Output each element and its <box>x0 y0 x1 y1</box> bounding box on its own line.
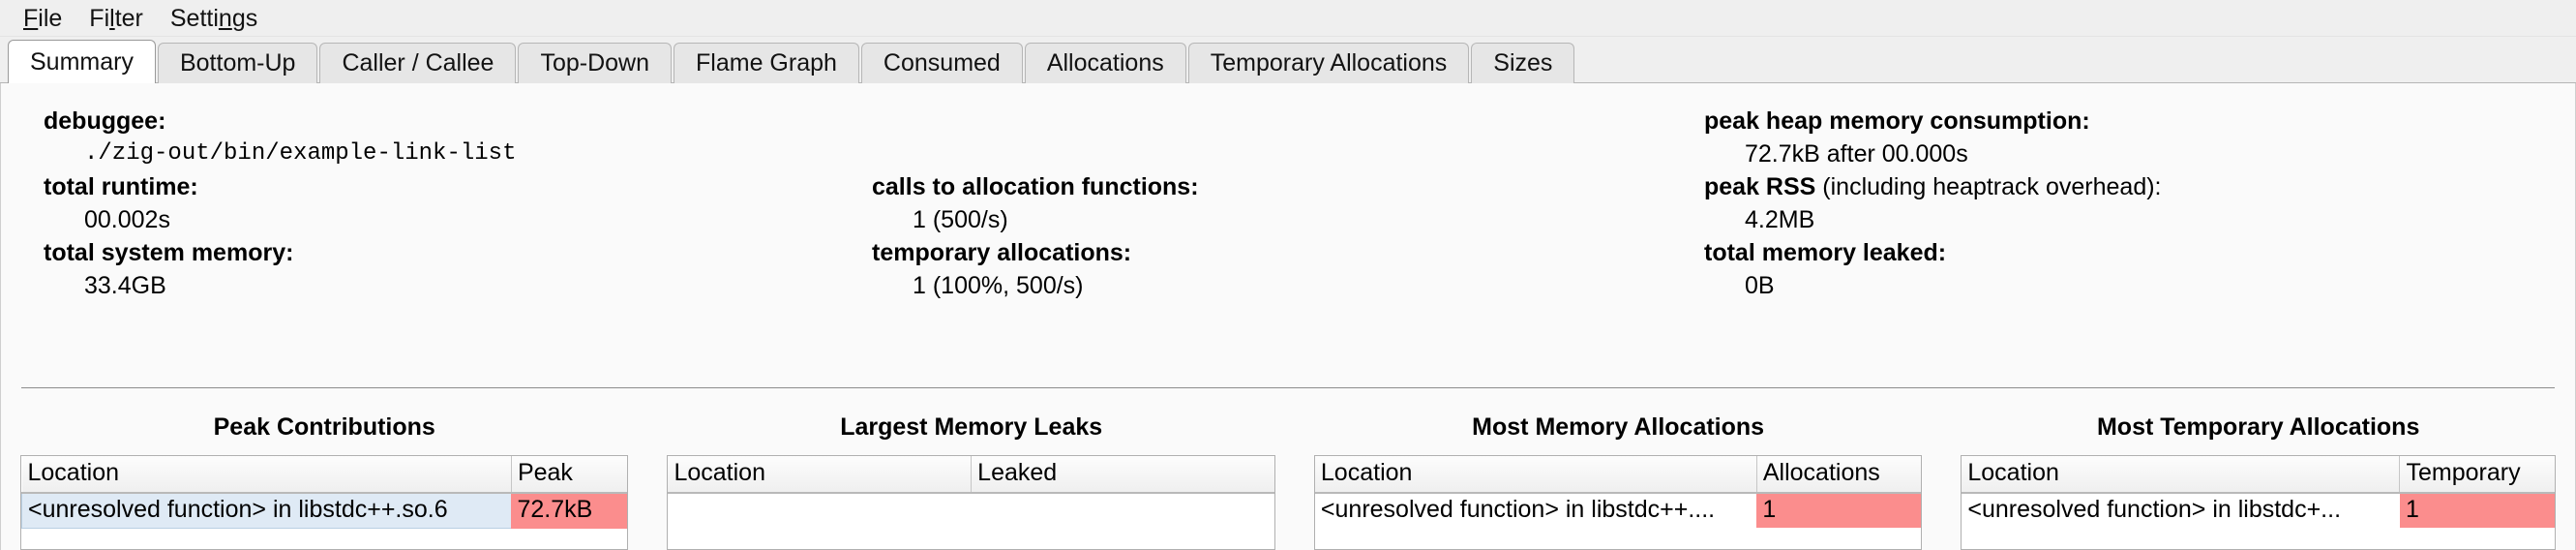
tab-temporary-allocations[interactable]: Temporary Allocations <box>1187 43 1470 83</box>
summary-column-middle: calls to allocation functions: 1 (500/s)… <box>853 105 1685 302</box>
peak-heap-memory-value: 72.7kB after 00.000s <box>1745 140 1968 168</box>
menu-mnemonic-settings: n <box>218 4 232 32</box>
total-memory-leaked-label: total memory leaked: <box>1704 239 1947 266</box>
table-header-row: Location Leaked <box>668 456 1274 494</box>
menu-item-file[interactable]: File <box>10 0 75 37</box>
summary-column-right: peak heap memory consumption: 72.7kB aft… <box>1685 105 2556 302</box>
summary-table: Location Peak <unresolved function> in lib… <box>21 456 628 529</box>
column-header[interactable]: Location <box>1962 456 2401 494</box>
table-container[interactable]: Location Leaked <box>667 455 1275 550</box>
section-divider <box>21 387 2555 388</box>
table-header-row: Location Temporary <box>1962 456 2555 494</box>
temporary-allocations-label: temporary allocations: <box>872 239 1132 266</box>
panel-most-memory-allocations: Most Memory Allocations Location Allocatio… <box>1295 412 1941 550</box>
panel-title: Most Temporary Allocations <box>2096 413 2420 441</box>
column-header[interactable]: Location <box>1314 456 1757 494</box>
total-system-memory-label: total system memory: <box>44 239 294 266</box>
column-header[interactable]: Location <box>668 456 973 494</box>
tab-caller-callee[interactable]: Caller / Callee <box>319 43 517 83</box>
peak-heap-memory-label: peak heap memory consumption: <box>1704 107 2090 135</box>
tab-flame-graph[interactable]: Flame Graph <box>674 43 859 83</box>
cell-location[interactable]: <unresolved function> in libstdc+... <box>1962 493 2400 528</box>
column-header[interactable]: Peak <box>511 456 628 494</box>
peak-rss-value: 4.2MB <box>1745 206 1815 233</box>
temporary-allocations-value: 1 (100%, 500/s) <box>913 272 1084 299</box>
menu-mnemonic-file: F <box>23 4 39 32</box>
debuggee-label: debuggee: <box>44 107 166 135</box>
table-container[interactable]: Location Peak <unresolved function> in lib… <box>20 455 629 550</box>
cell-location[interactable]: <unresolved function> in libstdc++.so.6 <box>21 492 512 529</box>
cell-value[interactable]: 1 <box>2399 493 2555 528</box>
summary-tables: Peak Contributions Location Peak <unresolve… <box>1 412 2575 550</box>
cell-location[interactable]: <unresolved function> in libstdc++.... <box>1315 493 1756 528</box>
tab-sizes[interactable]: Sizes <box>1471 43 1575 83</box>
summary-table: Location Temporary <unresolved function> i… <box>1962 456 2555 528</box>
table-container[interactable]: Location Temporary <unresolved function> i… <box>1961 455 2556 550</box>
table-row[interactable]: <unresolved function> in libstdc++.... 1 <box>1315 493 1922 528</box>
summary-page: debuggee: ./zig-out/bin/example-link-lis… <box>0 83 2576 550</box>
menu-item-settings[interactable]: Settings <box>157 0 271 37</box>
tab-top-down[interactable]: Top-Down <box>518 43 673 83</box>
cell-value[interactable]: 1 <box>1756 493 1922 528</box>
summary-table: Location Allocations <unresolved function>… <box>1314 456 1922 528</box>
calls-to-allocation-functions-value: 1 (500/s) <box>913 206 1008 233</box>
total-runtime-label: total runtime: <box>44 173 198 200</box>
tab-summary[interactable]: Summary <box>8 40 156 83</box>
peak-rss-label-suffix: (including heaptrack overhead): <box>1815 173 2162 200</box>
column-header[interactable]: Leaked <box>971 456 1274 494</box>
summary-stats: debuggee: ./zig-out/bin/example-link-lis… <box>1 83 2575 302</box>
column-header[interactable]: Allocations <box>1756 456 1922 494</box>
column-header[interactable]: Temporary <box>2399 456 2555 494</box>
table-container[interactable]: Location Allocations <unresolved function>… <box>1313 455 1923 550</box>
menu-item-filter[interactable]: Filter <box>75 0 157 37</box>
tab-allocations[interactable]: Allocations <box>1024 43 1186 83</box>
column-header[interactable]: Location <box>21 456 512 494</box>
panel-title: Largest Memory Leaks <box>840 413 1103 441</box>
table-header-row: Location Peak <box>21 456 628 494</box>
summary-table: Location Leaked <box>668 456 1274 494</box>
total-memory-leaked-value: 0B <box>1745 272 1775 299</box>
cell-value[interactable]: 72.7kB <box>511 493 628 529</box>
table-row[interactable]: <unresolved function> in libstdc+... 1 <box>1962 493 2555 528</box>
panel-title: Peak Contributions <box>213 413 435 441</box>
menu-mnemonic-filter: l <box>109 4 115 32</box>
tab-consumed[interactable]: Consumed <box>860 43 1023 83</box>
peak-rss-label: peak RSS (including heaptrack overhead): <box>1704 170 2556 203</box>
summary-column-left: debuggee: ./zig-out/bin/example-link-lis… <box>1 105 853 302</box>
menu-bar: File Filter Settings <box>0 0 2576 37</box>
calls-to-allocation-functions-label: calls to allocation functions: <box>872 173 1199 200</box>
debuggee-value: ./zig-out/bin/example-link-list <box>84 140 517 167</box>
table-header-row: Location Allocations <box>1314 456 1922 494</box>
tab-bottom-up[interactable]: Bottom-Up <box>157 43 318 83</box>
panel-title: Most Memory Allocations <box>1472 413 1765 441</box>
panel-largest-memory-leaks: Largest Memory Leaks Location Leaked <box>647 412 1294 550</box>
total-runtime-value: 00.002s <box>84 206 170 233</box>
total-system-memory-value: 33.4GB <box>84 272 166 299</box>
tab-bar: Summary Bottom-Up Caller / Callee Top-Down F… <box>0 37 2576 83</box>
panel-most-temporary-allocations: Most Temporary Allocations Location Tempor… <box>1941 412 2575 550</box>
peak-rss-label-bold: peak RSS <box>1704 173 1816 200</box>
table-row[interactable]: <unresolved function> in libstdc++.so.6 7… <box>21 492 628 529</box>
panel-peak-contributions: Peak Contributions Location Peak <unresolve… <box>1 412 647 550</box>
